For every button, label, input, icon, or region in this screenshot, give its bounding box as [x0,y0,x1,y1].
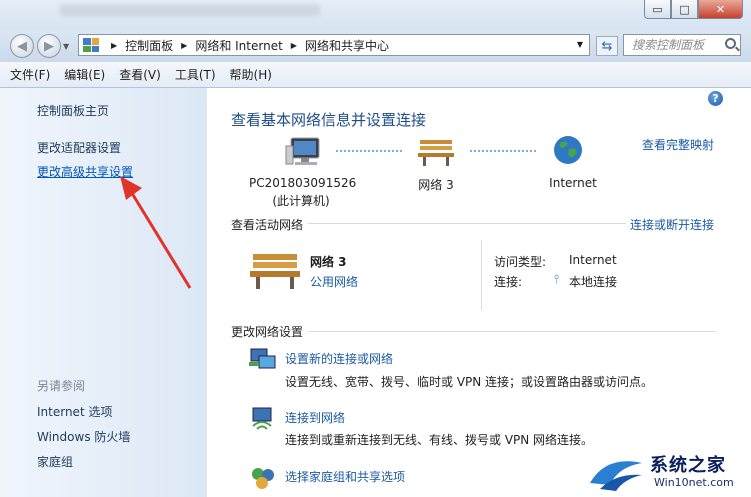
internet-map-label: Internet [549,176,597,190]
close-button[interactable]: ✕ [698,0,743,19]
menu-bar: 文件(F) 编辑(E) 查看(V) 工具(T) 帮助(H) [0,62,751,88]
section-divider [308,331,716,332]
minimize-button[interactable]: ▭ [644,0,671,19]
address-bar[interactable]: ▶ 控制面板 ▶ 网络和 Internet ▶ 网络和共享中心 ▼ [78,34,590,56]
full-map-link[interactable]: 查看完整映射 [642,136,714,153]
watermark-logo-icon [590,461,642,491]
window-title-blurred [60,4,320,16]
see-also-internet-options[interactable]: Internet 选项 [37,403,112,420]
see-also-windows-firewall[interactable]: Windows 防火墙 [37,428,130,445]
menu-file[interactable]: 文件(F) [10,66,50,83]
internet-globe-icon [554,136,582,164]
bench-network-icon [418,140,454,166]
access-type-value: Internet [569,253,617,267]
computer-sub-label: (此计算机) [272,194,330,208]
access-type-label: 访问类型: [494,255,547,269]
watermark: 系统之家 Win10net.com [580,447,751,497]
local-connection-link[interactable]: 本地连接 [569,273,617,290]
new-connection-icon [249,348,276,369]
watermark-title: 系统之家 [650,455,726,476]
network-type-link[interactable]: 公用网络 [310,273,358,290]
chevron-right-icon[interactable]: ▶ [111,41,117,50]
sidebar-item-adapter-settings[interactable]: 更改适配器设置 [37,139,121,156]
search-placeholder: 搜索控制面板 [632,38,705,52]
connect-to-network-desc: 连接到或重新连接到无线、有线、拨号或 VPN 网络连接。 [285,433,594,447]
menu-edit[interactable]: 编辑(E) [64,66,105,83]
active-network-name: 网络 3 [310,255,347,269]
connection-line [470,150,536,152]
recent-pages-dropdown[interactable]: ▼ [63,42,69,51]
homegroup-icon [252,468,274,489]
setup-new-connection-desc: 设置无线、宽带、拨号、临时或 VPN 连接；或设置路由器或访问点。 [285,375,654,389]
breadcrumb-network-sharing-center[interactable]: 网络和共享中心 [305,37,389,54]
setup-new-connection-link[interactable]: 设置新的连接或网络 [285,350,393,367]
help-icon[interactable]: ? [708,91,723,106]
connect-network-icon [252,407,272,430]
bench-network-icon [250,254,300,289]
refresh-icon: ⇆ [601,38,613,54]
back-button[interactable]: ◀ [10,34,34,58]
see-also-heading: 另请参阅 [37,379,86,393]
forward-button[interactable]: ▶ [37,34,61,58]
network-map-label: 网络 3 [418,178,454,192]
window-controls: ▭ □ ✕ [644,0,743,19]
address-dropdown-icon[interactable]: ▼ [577,40,583,49]
menu-view[interactable]: 查看(V) [119,66,161,83]
breadcrumb-network-internet[interactable]: 网络和 Internet [195,37,282,54]
connect-to-network-link[interactable]: 连接到网络 [285,409,345,426]
breadcrumb-control-panel[interactable]: 控制面板 [125,37,173,54]
forward-arrow-icon: ▶ [44,38,54,54]
connect-disconnect-link[interactable]: 连接或断开连接 [630,216,714,233]
homegroup-sharing-link[interactable]: 选择家庭组和共享选项 [285,468,405,485]
ethernet-icon: ⫯ [554,272,560,286]
page-title: 查看基本网络信息并设置连接 [231,111,427,129]
navigation-toolbar: ◀ ▶ ▼ ▶ 控制面板 ▶ 网络和 Internet ▶ 网络和共享中心 ▼ … [0,30,751,62]
search-icon[interactable] [725,38,736,49]
vertical-divider [481,240,482,310]
section-divider [308,223,626,224]
search-input[interactable]: 搜索控制面板 [623,34,741,56]
computer-icon [285,137,320,165]
see-also-homegroup[interactable]: 家庭组 [37,453,73,470]
computer-name-label: PC201803091526 [249,176,357,190]
maximize-button[interactable]: □ [671,0,698,19]
annotation-arrow-icon [120,176,192,289]
watermark-url: Win10net.com [654,476,734,489]
back-arrow-icon: ◀ [17,38,27,54]
chevron-right-icon[interactable]: ▶ [291,41,297,50]
menu-tools[interactable]: 工具(T) [175,66,216,83]
control-panel-icon [83,38,99,52]
chevron-right-icon[interactable]: ▶ [181,41,187,50]
menu-help[interactable]: 帮助(H) [230,66,272,83]
connection-line [336,150,402,152]
refresh-button[interactable]: ⇆ [596,36,618,56]
change-settings-title: 更改网络设置 [231,325,304,339]
active-networks-title: 查看活动网络 [231,218,304,232]
sidebar-home-link[interactable]: 控制面板主页 [37,102,109,119]
title-bar: ▭ □ ✕ [0,0,751,30]
connections-label: 连接: [494,275,523,289]
